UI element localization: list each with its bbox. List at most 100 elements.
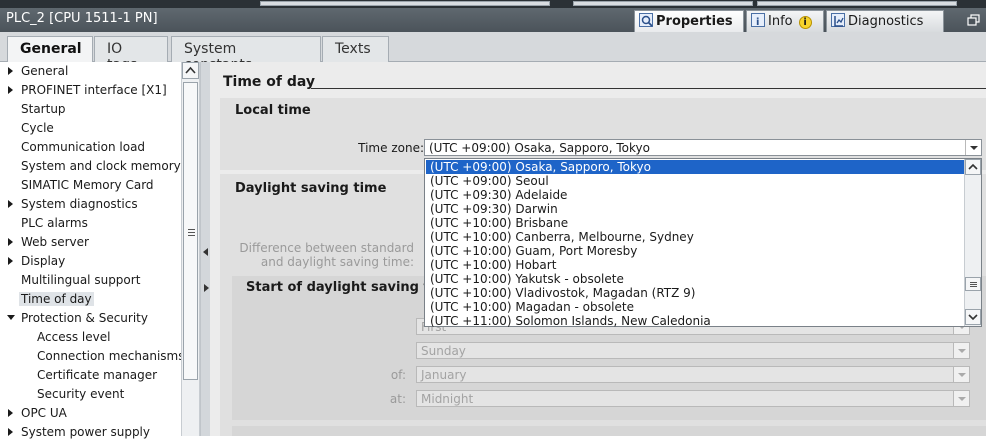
sidebar-item[interactable]: Cycle bbox=[0, 119, 180, 138]
expand-arrow-icon[interactable] bbox=[8, 409, 13, 417]
dropdown-option[interactable]: (UTC +09:00) Seoul bbox=[426, 174, 964, 188]
sidebar-item[interactable]: OPC UA bbox=[0, 404, 180, 423]
dropdown-option[interactable]: (UTC +10:00) Guam, Port Moresby bbox=[426, 244, 964, 258]
dropdown-option[interactable]: (UTC +10:00) Brisbane bbox=[426, 216, 964, 230]
tab-io-tags[interactable]: IO tags bbox=[94, 36, 168, 73]
dst-weekday-select[interactable]: Sunday bbox=[416, 342, 970, 359]
panel-splitter[interactable] bbox=[200, 62, 210, 436]
top-strip bbox=[0, 0, 986, 8]
sidebar-item[interactable]: Connection mechanisms bbox=[0, 347, 184, 366]
dropdown-scroll-thumb[interactable] bbox=[965, 277, 981, 291]
sidebar-item-label: Time of day bbox=[19, 292, 94, 306]
expand-arrow-icon[interactable] bbox=[8, 428, 13, 436]
window-title: PLC_2 [CPU 1511-1 PN] bbox=[6, 11, 158, 26]
properties-icon bbox=[639, 13, 653, 27]
sidebar-item-label: SIMATIC Memory Card bbox=[21, 178, 154, 192]
sidebar-item[interactable]: Startup bbox=[0, 100, 180, 119]
scroll-thumb[interactable] bbox=[183, 82, 198, 380]
dst-start-title: Start of daylight saving tim bbox=[246, 280, 448, 295]
dst-month-label: of: bbox=[390, 368, 406, 382]
dst-time-select[interactable]: Midnight bbox=[416, 390, 970, 407]
dropdown-option[interactable]: (UTC +10:00) Yakutsk - obsolete bbox=[426, 272, 964, 286]
collapse-left-icon[interactable] bbox=[203, 248, 208, 256]
dropdown-option[interactable]: (UTC +09:30) Adelaide bbox=[426, 188, 964, 202]
tab-system-constants[interactable]: System constants bbox=[171, 36, 321, 73]
sidebar-item[interactable]: Protection & Security bbox=[0, 309, 180, 328]
sidebar-item[interactable]: General bbox=[0, 62, 180, 81]
time-zone-dropdown-list[interactable]: (UTC +09:00) Osaka, Sapporo, Tokyo (UTC +… bbox=[424, 158, 982, 328]
dropdown-option[interactable]: (UTC +10:00) Hobart bbox=[426, 258, 964, 272]
tab-properties[interactable]: Properties bbox=[634, 10, 744, 32]
time-zone-select[interactable]: (UTC +09:00) Osaka, Sapporo, Tokyo bbox=[424, 139, 982, 156]
dst-title: Daylight saving time bbox=[235, 181, 387, 196]
toolbar-slot bbox=[757, 1, 957, 6]
dropdown-option[interactable]: (UTC +10:00) Magadan - obsolete bbox=[426, 300, 964, 314]
expand-right-icon[interactable] bbox=[204, 284, 209, 292]
sidebar-item-label: Multilingual support bbox=[21, 273, 141, 287]
sidebar-item[interactable]: System and clock memory bbox=[0, 157, 181, 176]
sidebar-item-label: System and clock memory bbox=[21, 159, 181, 173]
sidebar-item[interactable]: Communication load bbox=[0, 138, 180, 157]
sidebar-item-label: Communication load bbox=[21, 140, 146, 154]
svg-text:i: i bbox=[756, 17, 759, 28]
expand-arrow-icon[interactable] bbox=[8, 67, 13, 75]
sidebar-item[interactable]: PLC alarms bbox=[0, 214, 180, 233]
dst-difference-label-2: and daylight saving time: bbox=[260, 255, 414, 269]
tab-diagnostics[interactable]: Diagnostics bbox=[826, 10, 944, 32]
expand-arrow-icon[interactable] bbox=[8, 200, 13, 208]
sidebar-item[interactable]: SIMATIC Memory Card bbox=[0, 176, 180, 195]
dropdown-scroll-up[interactable] bbox=[965, 159, 981, 175]
restore-window-icon[interactable] bbox=[964, 12, 984, 28]
sidebar-item[interactable]: Display bbox=[0, 252, 180, 271]
expand-arrow-icon[interactable] bbox=[8, 257, 13, 265]
dst-month-value: January bbox=[421, 368, 467, 382]
dst-month-select[interactable]: January bbox=[416, 366, 970, 383]
tab-texts[interactable]: Texts bbox=[322, 36, 389, 62]
diagnostics-icon bbox=[831, 13, 845, 27]
tab-general[interactable]: General bbox=[7, 36, 93, 63]
dropdown-scrollbar[interactable] bbox=[964, 159, 981, 326]
chevron-down-icon[interactable] bbox=[953, 391, 969, 406]
dropdown-option[interactable]: (UTC +10:00) Canberra, Melbourne, Sydney bbox=[426, 230, 964, 244]
section-divider bbox=[311, 88, 986, 89]
property-tabs: General IO tags System constants Texts bbox=[0, 32, 986, 73]
sidebar-item[interactable]: Multilingual support bbox=[0, 271, 180, 290]
sidebar-item-label: PLC alarms bbox=[21, 216, 88, 230]
dropdown-option[interactable]: (UTC +09:30) Darwin bbox=[426, 202, 964, 216]
sidebar-item[interactable]: Time of day bbox=[0, 290, 180, 309]
sidebar-item[interactable]: Security event bbox=[0, 385, 180, 404]
chevron-down-icon[interactable] bbox=[965, 140, 981, 155]
sidebar-item-label: Access level bbox=[37, 330, 111, 344]
tab-diagnostics-label: Diagnostics bbox=[848, 14, 924, 29]
sidebar-item-label: Display bbox=[21, 254, 66, 268]
sidebar-item[interactable]: PROFINET interface [X1] bbox=[0, 81, 180, 100]
sidebar-item-label: PROFINET interface [X1] bbox=[21, 83, 167, 97]
sidebar-scrollbar[interactable] bbox=[181, 62, 199, 436]
chevron-down-icon[interactable] bbox=[953, 367, 969, 382]
toolbar-slot bbox=[260, 1, 550, 6]
sidebar-item-label: Security event bbox=[37, 387, 125, 401]
scroll-up-button[interactable] bbox=[182, 62, 199, 79]
time-zone-label: Time zone: bbox=[358, 141, 424, 155]
sidebar-item[interactable]: System diagnostics bbox=[0, 195, 180, 214]
sidebar-item-label: Cycle bbox=[21, 121, 54, 135]
sidebar-item[interactable]: Web server bbox=[0, 233, 180, 252]
sidebar-item-label: OPC UA bbox=[21, 406, 67, 420]
sidebar-item[interactable]: Access level bbox=[0, 328, 180, 347]
sidebar-item-label: System diagnostics bbox=[21, 197, 138, 211]
dropdown-option[interactable]: (UTC +09:00) Osaka, Sapporo, Tokyo bbox=[426, 160, 964, 174]
expand-arrow-icon[interactable] bbox=[8, 238, 13, 246]
chevron-down-icon bbox=[968, 314, 978, 321]
expand-arrow-icon[interactable] bbox=[8, 86, 13, 94]
sidebar-item-label: Protection & Security bbox=[21, 311, 148, 325]
sidebar-item[interactable]: System power supply bbox=[0, 423, 180, 442]
chevron-down-icon[interactable] bbox=[953, 343, 969, 358]
tab-info[interactable]: i Info i bbox=[746, 10, 824, 32]
dropdown-scroll-down[interactable] bbox=[965, 309, 981, 325]
dropdown-option[interactable]: (UTC +10:00) Vladivostok, Magadan (RTZ 9… bbox=[426, 286, 964, 300]
collapse-arrow-icon[interactable] bbox=[7, 315, 15, 320]
sidebar-item[interactable]: Certificate manager bbox=[0, 366, 180, 385]
sidebar-item-label: Connection mechanisms bbox=[37, 349, 185, 363]
sidebar-item-label: Startup bbox=[21, 102, 66, 116]
dropdown-option[interactable]: (UTC +11:00) Solomon Islands, New Caledo… bbox=[426, 314, 964, 328]
